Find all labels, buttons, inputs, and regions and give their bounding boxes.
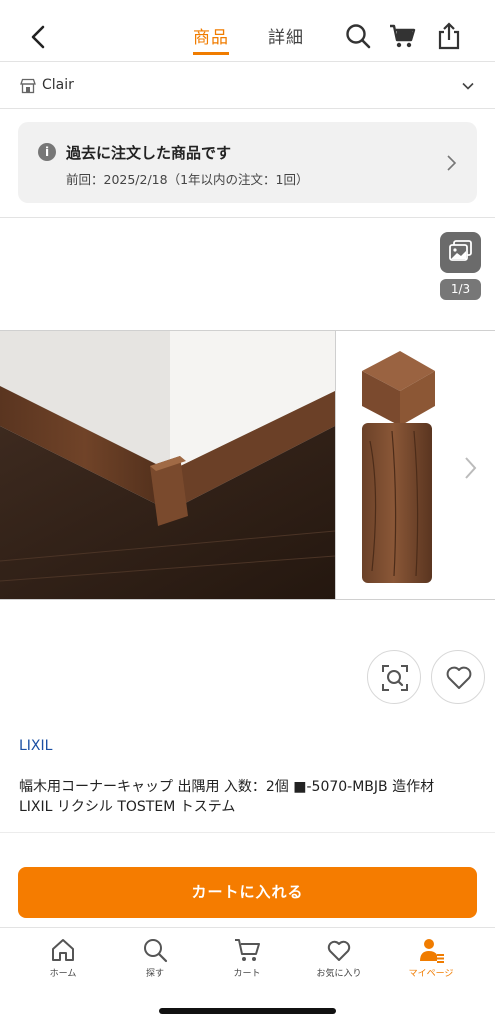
store-icon [20, 78, 36, 94]
brand-link[interactable]: LIXIL [19, 738, 52, 754]
tabbar-label: 探す [145, 969, 164, 979]
favorite-button[interactable] [431, 650, 485, 704]
divider [0, 832, 495, 833]
tabbar-label: ホーム [49, 969, 77, 979]
image-search-button[interactable] [367, 650, 421, 704]
next-image-arrow-icon[interactable] [462, 455, 478, 481]
product-title-line1: 幅木用コーナーキャップ 出隅用 入数：2個 ■-5070-MBJB 造作材 [19, 779, 435, 795]
store-selector[interactable]: Clair [0, 63, 495, 109]
search-icon [144, 939, 168, 963]
product-photo [0, 331, 495, 599]
tabbar-item-mypage[interactable]: マイページ [391, 936, 471, 979]
home-indicator [159, 1008, 336, 1014]
chevron-down-icon [462, 82, 474, 90]
divider [0, 217, 495, 218]
back-chevron-icon[interactable] [24, 22, 54, 52]
tabbar-label: お気に入り [316, 969, 362, 979]
image-gallery-button[interactable] [440, 232, 481, 273]
share-icon[interactable] [435, 22, 463, 50]
search-icon[interactable] [344, 22, 372, 50]
add-to-cart-button[interactable]: カートに入れる [18, 867, 477, 918]
product-image[interactable] [0, 330, 495, 600]
top-navigation: 商品 詳細 [0, 0, 495, 62]
tab-detail[interactable]: 詳細 [268, 23, 304, 48]
past-order-notice[interactable]: i 過去に注文した商品です 前回：2025/2/18（1年以内の注文：1回） [18, 122, 477, 203]
user-icon [420, 939, 444, 963]
cart-icon[interactable] [388, 22, 416, 50]
tabbar-item-search[interactable]: 探す [115, 936, 195, 979]
info-icon: i [38, 143, 56, 161]
store-name: Clair [42, 77, 74, 93]
home-icon [52, 939, 74, 961]
scan-search-icon [382, 665, 408, 691]
tabbar-label: カート [233, 969, 261, 979]
tabbar-item-favorites[interactable]: お気に入り [299, 936, 379, 979]
cart-icon [235, 939, 260, 961]
bottom-tab-bar: ホーム 探す カート お気に入り マイページ [0, 927, 495, 991]
tabbar-item-cart[interactable]: カート [207, 936, 287, 979]
image-page-counter: 1/3 [440, 279, 481, 300]
product-title-line2: LIXIL リクシル TOSTEM トステム [19, 799, 236, 815]
tabbar-label: マイページ [408, 969, 454, 979]
heart-icon [327, 940, 351, 961]
tab-product[interactable]: 商品 [193, 23, 229, 55]
heart-icon [446, 666, 472, 689]
gallery-icon [449, 240, 472, 261]
tabbar-item-home[interactable]: ホーム [23, 936, 103, 979]
chevron-right-icon [447, 155, 457, 171]
order-notice-title: 過去に注文した商品です [66, 144, 232, 162]
order-notice-subtitle: 前回：2025/2/18（1年以内の注文：1回） [66, 172, 309, 187]
